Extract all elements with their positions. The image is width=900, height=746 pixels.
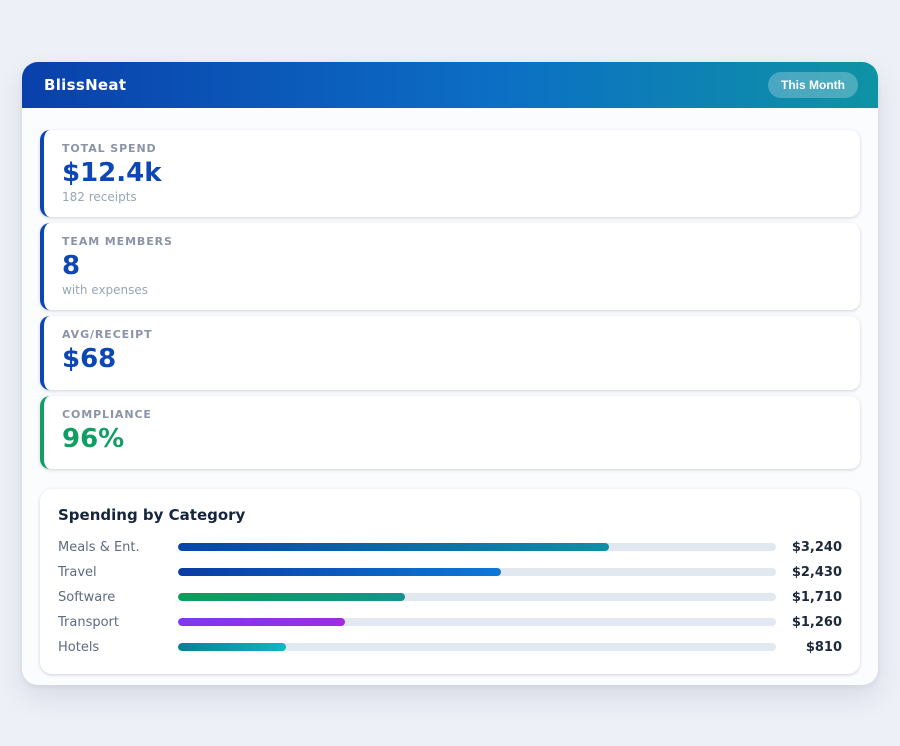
stat-value: 8 <box>62 251 842 282</box>
stat-subtext: with expenses <box>62 283 842 297</box>
app-title: BlissNeat <box>44 76 126 94</box>
dashboard-panel: BlissNeat This Month TOTAL SPEND $12.4k … <box>22 62 878 685</box>
category-label: Meals & Ent. <box>58 540 178 555</box>
category-bar-track <box>178 543 776 551</box>
stat-label: AVG/RECEIPT <box>62 328 842 341</box>
stat-label: TOTAL SPEND <box>62 142 842 155</box>
category-label: Travel <box>58 565 178 580</box>
category-value: $1,710 <box>776 590 842 605</box>
app-header: BlissNeat This Month <box>22 62 878 108</box>
category-value: $3,240 <box>776 540 842 555</box>
stat-card: COMPLIANCE 96% <box>40 396 860 469</box>
category-bar-track <box>178 593 776 601</box>
stat-card: TOTAL SPEND $12.4k 182 receipts <box>40 130 860 217</box>
category-label: Hotels <box>58 640 178 655</box>
category-row: Transport $1,260 <box>58 610 842 635</box>
category-bar-fill <box>178 643 286 651</box>
stat-label: TEAM MEMBERS <box>62 235 842 248</box>
dashboard-body: TOTAL SPEND $12.4k 182 receipts TEAM MEM… <box>22 108 878 674</box>
category-bar-fill <box>178 593 405 601</box>
category-bar-fill <box>178 543 609 551</box>
stat-value: $12.4k <box>62 158 842 189</box>
category-bar-fill <box>178 568 501 576</box>
category-label: Transport <box>58 615 178 630</box>
stat-card: TEAM MEMBERS 8 with expenses <box>40 223 860 310</box>
category-row: Software $1,710 <box>58 585 842 610</box>
spending-by-category-card: Spending by Category Meals & Ent. $3,240… <box>40 489 860 674</box>
category-label: Software <box>58 590 178 605</box>
category-row: Travel $2,430 <box>58 560 842 585</box>
stat-subtext: 182 receipts <box>62 190 842 204</box>
stat-card: AVG/RECEIPT $68 <box>40 316 860 389</box>
category-row: Hotels $810 <box>58 635 842 660</box>
spending-title: Spending by Category <box>58 506 842 524</box>
stat-label: COMPLIANCE <box>62 408 842 421</box>
stat-value: 96% <box>62 424 842 455</box>
category-row: Meals & Ent. $3,240 <box>58 535 842 560</box>
category-value: $2,430 <box>776 565 842 580</box>
category-bar-fill <box>178 618 345 626</box>
period-badge[interactable]: This Month <box>768 72 858 98</box>
category-value: $810 <box>776 640 842 655</box>
category-bar-track <box>178 618 776 626</box>
stat-value: $68 <box>62 344 842 375</box>
category-value: $1,260 <box>776 615 842 630</box>
category-bar-track <box>178 643 776 651</box>
category-bar-track <box>178 568 776 576</box>
